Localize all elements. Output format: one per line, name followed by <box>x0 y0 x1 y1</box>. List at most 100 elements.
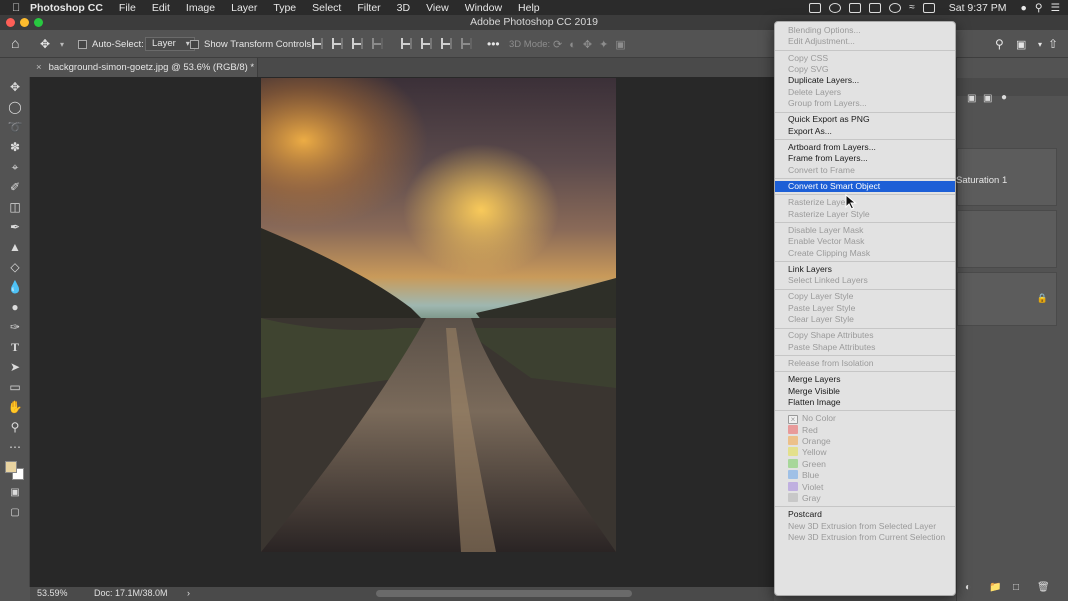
menu-item-disable-layer-mask[interactable]: Disable Layer Mask <box>775 225 955 236</box>
crop-tool-icon[interactable]: ⌖ <box>8 160 22 174</box>
menu-item-blending-options[interactable]: Blending Options... <box>775 25 955 36</box>
menu-item-new-3d-extrusion-from-selected-layer[interactable]: New 3D Extrusion from Selected Layer <box>775 521 955 532</box>
menu-item-quick-export-as-png[interactable]: Quick Export as PNG <box>775 114 955 125</box>
menu-type[interactable]: Type <box>265 2 304 14</box>
clock[interactable]: Sat 9:37 PM <box>943 2 1013 14</box>
menu-help[interactable]: Help <box>510 2 548 14</box>
menu-item-link-layers[interactable]: Link Layers <box>775 264 955 275</box>
menu-item-export-as[interactable]: Export As... <box>775 126 955 137</box>
auto-select-dropdown[interactable]: Layer <box>145 37 195 51</box>
marquee-tool-icon[interactable]: ◯ <box>8 100 22 114</box>
wifi-icon[interactable]: ≈ <box>909 2 915 13</box>
menu-item-merge-visible[interactable]: Merge Visible <box>775 386 955 397</box>
lock-pixels-icon[interactable]: ▣ <box>983 93 992 104</box>
type-tool-icon[interactable]: T <box>8 340 22 354</box>
hand-tool-icon[interactable]: ✋ <box>8 400 23 414</box>
delete-layer-icon[interactable]: 🗑 <box>1037 582 1050 593</box>
distribute-icon[interactable] <box>372 38 383 49</box>
quick-select-tool-icon[interactable]: ✽ <box>8 140 22 154</box>
menu-item-rasterize-layer-style[interactable]: Rasterize Layer Style <box>775 209 955 220</box>
menu-item-create-clipping-mask[interactable]: Create Clipping Mask <box>775 248 955 259</box>
menu-edit[interactable]: Edit <box>144 2 178 14</box>
rectangle-tool-icon[interactable]: ▭ <box>8 380 22 394</box>
align-right-icon[interactable] <box>352 38 363 49</box>
workspace-icon[interactable]: ▣ <box>1016 37 1026 51</box>
menu-item-copy-css[interactable]: Copy CSS <box>775 53 955 64</box>
menu-3d[interactable]: 3D <box>389 2 418 14</box>
menu-item-violet[interactable]: Violet <box>775 481 955 493</box>
align-top-icon[interactable] <box>401 38 412 49</box>
menu-item-copy-layer-style[interactable]: Copy Layer Style <box>775 291 955 302</box>
menu-item-new-3d-extrusion-from-current-selection[interactable]: New 3D Extrusion from Current Selection <box>775 532 955 543</box>
menu-item-blue[interactable]: Blue <box>775 470 955 481</box>
layer-row-saturation[interactable]: Saturation 1 <box>956 148 1057 206</box>
show-transform-controls-checkbox[interactable]: Show Transform Controls <box>190 37 311 51</box>
menu-window[interactable]: Window <box>457 2 510 14</box>
menu-item-paste-shape-attributes[interactable]: Paste Shape Attributes <box>775 342 955 353</box>
close-tab-icon[interactable]: × <box>30 62 49 73</box>
menu-item-copy-shape-attributes[interactable]: Copy Shape Attributes <box>775 330 955 341</box>
healing-brush-tool-icon[interactable]: ◫ <box>8 200 22 214</box>
menu-item-orange[interactable]: Orange <box>775 436 955 447</box>
menu-item-copy-svg[interactable]: Copy SVG <box>775 64 955 75</box>
document-image[interactable] <box>261 78 616 552</box>
align-horizontal-center-icon[interactable] <box>332 38 343 49</box>
menu-item-select-linked-layers[interactable]: Select Linked Layers <box>775 275 955 286</box>
zoom-level[interactable]: 53.59% <box>37 588 68 598</box>
brush-tool-icon[interactable]: ✒ <box>8 220 22 234</box>
menu-filter[interactable]: Filter <box>349 2 388 14</box>
menu-item-postcard[interactable]: Postcard <box>775 509 955 520</box>
new-layer-icon[interactable]: □ <box>1013 582 1019 593</box>
menu-item-gray[interactable]: Gray <box>775 493 955 504</box>
menu-item-green[interactable]: Green <box>775 458 955 470</box>
apple-icon[interactable]:  <box>0 2 20 14</box>
layer-row-2[interactable] <box>957 210 1057 268</box>
blur-tool-icon[interactable]: 💧 <box>8 280 23 294</box>
creative-cloud-icon[interactable] <box>829 2 842 13</box>
eyedropper-tool-icon[interactable]: ✐ <box>8 180 22 194</box>
menu-layer[interactable]: Layer <box>223 2 265 14</box>
dodge-tool-icon[interactable]: ● <box>8 300 22 314</box>
notification-center-icon[interactable]: ☰ <box>1051 2 1060 14</box>
document-tab[interactable]: × background-simon-goetz.jpg @ 53.6% (RG… <box>30 58 258 77</box>
align-vertical-center-icon[interactable] <box>421 38 432 49</box>
spotlight-search-icon[interactable]: ⚲ <box>1035 2 1043 14</box>
workspace-chevron-icon[interactable]: ▾ <box>1038 37 1042 51</box>
menu-item-enable-vector-mask[interactable]: Enable Vector Mask <box>775 236 955 247</box>
auto-select-checkbox-box[interactable] <box>78 39 87 49</box>
auto-select-checkbox[interactable]: Auto-Select: <box>78 37 144 51</box>
edit-toolbar-icon[interactable]: ⋯ <box>8 440 22 454</box>
menu-app-name[interactable]: Photoshop CC <box>18 2 111 14</box>
pin-icon[interactable]: ● <box>1001 92 1007 103</box>
show-transform-checkbox-box[interactable] <box>190 39 199 49</box>
menu-image[interactable]: Image <box>178 2 223 14</box>
move-tool-icon[interactable]: ✥ <box>40 37 50 51</box>
share-icon[interactable]: ⇧ <box>1048 37 1058 51</box>
path-selection-tool-icon[interactable]: ➤ <box>8 360 22 374</box>
menu-file[interactable]: File <box>111 2 144 14</box>
horizontal-scrollbar[interactable] <box>376 590 632 597</box>
time-machine-icon[interactable] <box>889 2 902 13</box>
menu-item-flatten-image[interactable]: Flatten Image <box>775 397 955 408</box>
user-icon[interactable]: ● <box>1021 2 1027 14</box>
move-tool-icon[interactable]: ✥ <box>8 80 22 94</box>
menu-item-edit-adjustment[interactable]: Edit Adjustment... <box>775 36 955 47</box>
airplay-icon[interactable] <box>922 2 935 13</box>
menu-item-rasterize-layers[interactable]: Rasterize Layers <box>775 197 955 208</box>
more-options-icon[interactable]: ••• <box>487 37 500 51</box>
align-left-icon[interactable] <box>312 38 323 49</box>
menu-item-yellow[interactable]: Yellow <box>775 447 955 458</box>
clone-stamp-tool-icon[interactable]: ▲ <box>8 240 22 254</box>
menu-item-convert-to-smart-object[interactable]: Convert to Smart Object <box>775 181 955 193</box>
search-icon[interactable]: ⚲ <box>995 37 1004 51</box>
menu-item-convert-to-frame[interactable]: Convert to Frame <box>775 165 955 176</box>
status-menu-arrow-icon[interactable]: › <box>187 588 190 598</box>
display-icon[interactable] <box>849 2 862 13</box>
menu-view[interactable]: View <box>418 2 457 14</box>
menu-select[interactable]: Select <box>304 2 349 14</box>
align-bottom-icon[interactable] <box>441 38 452 49</box>
menu-item-duplicate-layers[interactable]: Duplicate Layers... <box>775 75 955 86</box>
menu-item-no-color[interactable]: × No Color <box>775 413 955 425</box>
tool-preset-chevron-icon[interactable]: ▾ <box>60 37 64 51</box>
menu-item-frame-from-layers[interactable]: Frame from Layers... <box>775 153 955 164</box>
